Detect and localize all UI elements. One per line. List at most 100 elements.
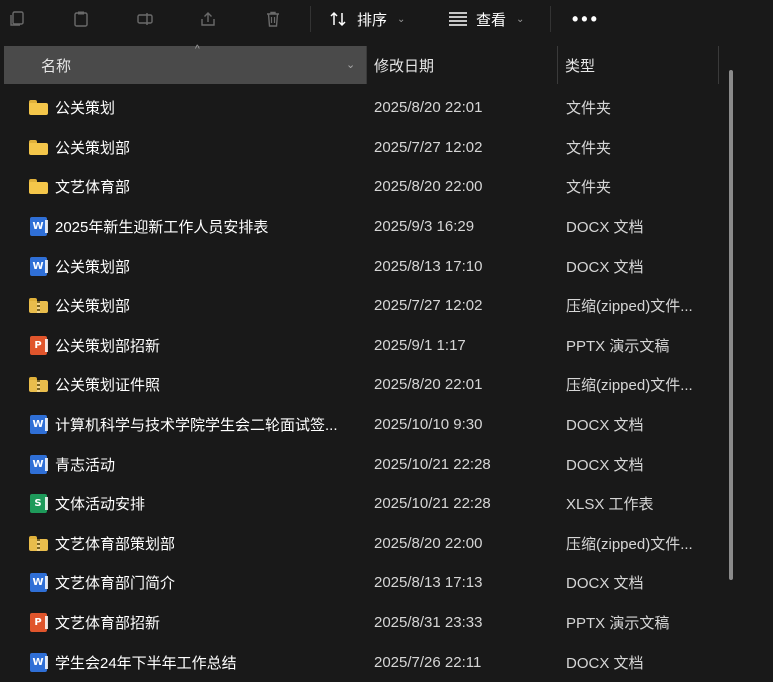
file-row[interactable]: S 文体活动安排 2025/10/21 22:28 XLSX 工作表	[0, 484, 720, 524]
file-type: 文件夹	[566, 179, 612, 197]
command-bar: 排序 ⌄ 查看 ⌄ •••	[0, 0, 773, 40]
file-row[interactable]: 公关策划 2025/8/20 22:01 文件夹	[0, 88, 720, 128]
file-row[interactable]: 公关策划证件照 2025/8/20 22:01 压缩(zipped)文件...	[0, 365, 720, 405]
file-name: 公关策划部	[55, 298, 131, 316]
file-modified-date: 2025/8/13 17:10	[374, 257, 483, 275]
file-name: 公关策划部	[55, 258, 131, 276]
spreadsheet-icon: S	[29, 494, 48, 514]
more-icon: •••	[572, 8, 600, 29]
file-type: DOCX 文档	[566, 575, 644, 593]
word-document-icon: W	[29, 454, 48, 474]
delete-icon[interactable]	[262, 8, 284, 30]
column-header-name[interactable]: 名称	[4, 46, 366, 84]
paste-icon[interactable]	[70, 8, 92, 30]
word-document-icon: W	[29, 652, 48, 672]
file-modified-date: 2025/7/27 12:02	[374, 138, 483, 156]
column-header-date[interactable]: 修改日期	[367, 46, 557, 84]
file-type: PPTX 演示文稿	[566, 337, 670, 355]
file-row[interactable]: W 青志活动 2025/10/21 22:28 DOCX 文档	[0, 444, 720, 484]
rename-icon[interactable]	[134, 8, 156, 30]
file-modified-date: 2025/8/20 22:01	[374, 376, 483, 394]
file-type: DOCX 文档	[566, 417, 644, 435]
file-type: 文件夹	[566, 139, 612, 157]
file-modified-date: 2025/8/20 22:00	[374, 178, 483, 196]
file-row[interactable]: 公关策划部 2025/7/27 12:02 文件夹	[0, 128, 720, 168]
file-modified-date: 2025/8/13 17:13	[374, 574, 483, 592]
file-row[interactable]: W 公关策划部 2025/8/13 17:10 DOCX 文档	[0, 246, 720, 286]
file-name: 2025年新生迎新工作人员安排表	[55, 219, 269, 237]
file-modified-date: 2025/8/20 22:00	[374, 534, 483, 552]
file-modified-date: 2025/10/21 22:28	[374, 495, 491, 513]
file-row[interactable]: 公关策划部 2025/7/27 12:02 压缩(zipped)文件...	[0, 286, 720, 326]
file-type: DOCX 文档	[566, 219, 644, 237]
file-row[interactable]: W 文艺体育部门简介 2025/8/13 17:13 DOCX 文档	[0, 563, 720, 603]
zip-folder-icon	[28, 377, 48, 393]
file-type: 文件夹	[566, 100, 612, 118]
file-row[interactable]: 文艺体育部策划部 2025/8/20 22:00 压缩(zipped)文件...	[0, 524, 720, 564]
file-modified-date: 2025/7/26 22:11	[374, 653, 482, 671]
view-icon	[449, 12, 467, 26]
file-modified-date: 2025/10/21 22:28	[374, 455, 491, 473]
word-document-icon: W	[29, 415, 48, 435]
file-name: 文体活动安排	[55, 496, 146, 514]
column-header-date-label: 修改日期	[374, 57, 435, 75]
column-header-name-label: 名称	[41, 57, 72, 75]
more-options-button[interactable]: •••	[572, 6, 600, 32]
file-name: 公关策划	[55, 100, 116, 118]
toolbar-separator	[310, 6, 311, 32]
file-modified-date: 2025/9/1 1:17	[374, 336, 466, 354]
file-modified-date: 2025/8/31 23:33	[374, 614, 483, 632]
file-modified-date: 2025/9/3 16:29	[374, 218, 475, 236]
word-document-icon: W	[29, 217, 48, 237]
file-row[interactable]: 文艺体育部 2025/8/20 22:00 文件夹	[0, 167, 720, 207]
sort-button[interactable]: 排序 ⌄	[329, 6, 405, 32]
word-document-icon: W	[29, 573, 48, 593]
file-name: 文艺体育部	[55, 179, 131, 197]
file-name: 文艺体育部招新	[55, 615, 161, 633]
file-modified-date: 2025/10/10 9:30	[374, 416, 483, 434]
folder-icon	[28, 139, 48, 155]
file-row[interactable]: W 学生会24年下半年工作总结 2025/7/26 22:11 DOCX 文档	[0, 642, 720, 682]
file-name: 文艺体育部策划部	[55, 535, 176, 553]
copy-icon[interactable]	[6, 8, 28, 30]
toolbar-separator	[550, 6, 551, 32]
chevron-down-icon: ⌄	[516, 13, 525, 25]
file-type: DOCX 文档	[566, 258, 644, 276]
file-row[interactable]: W 计算机科学与技术学院学生会二轮面试签... 2025/10/10 9:30 DOC…	[0, 405, 720, 445]
file-name: 计算机科学与技术学院学生会二轮面试签...	[55, 417, 338, 435]
zip-folder-icon	[28, 298, 48, 314]
view-label: 查看	[476, 11, 507, 29]
sort-label: 排序	[357, 11, 388, 29]
file-type: DOCX 文档	[566, 456, 644, 474]
file-name: 学生会24年下半年工作总结	[55, 654, 237, 672]
file-row[interactable]: P 文艺体育部招新 2025/8/31 23:33 PPTX 演示文稿	[0, 603, 720, 643]
zip-folder-icon	[28, 535, 48, 551]
view-button[interactable]: 查看 ⌄	[448, 6, 524, 32]
file-name: 公关策划部招新	[55, 337, 161, 355]
file-type: XLSX 工作表	[566, 496, 654, 514]
file-type: PPTX 演示文稿	[566, 615, 670, 633]
word-document-icon: W	[29, 256, 48, 276]
sort-icon	[330, 11, 346, 27]
column-divider[interactable]	[718, 46, 719, 84]
file-list: 公关策划 2025/8/20 22:01 文件夹 公关策划部 2025/7/27 12:…	[0, 88, 720, 682]
file-row[interactable]: W 2025年新生迎新工作人员安排表 2025/9/3 16:29 DOCX 文档	[0, 207, 720, 247]
column-headers: 名称 ^ ⌄ 修改日期 类型	[0, 44, 720, 84]
file-type: DOCX 文档	[566, 654, 644, 672]
file-modified-date: 2025/8/20 22:01	[374, 99, 483, 117]
file-name: 青志活动	[55, 456, 116, 474]
column-header-type[interactable]: 类型	[558, 46, 718, 84]
powerpoint-icon: P	[29, 613, 48, 633]
file-type: 压缩(zipped)文件...	[566, 535, 693, 553]
file-name: 公关策划证件照	[55, 377, 161, 395]
vertical-scrollbar[interactable]	[729, 70, 733, 580]
share-icon[interactable]	[197, 8, 219, 30]
chevron-down-icon[interactable]: ⌄	[346, 58, 355, 71]
folder-icon	[28, 179, 48, 195]
column-header-type-label: 类型	[565, 57, 596, 75]
powerpoint-icon: P	[29, 335, 48, 355]
folder-icon	[28, 100, 48, 116]
file-name: 文艺体育部门简介	[55, 575, 176, 593]
file-type: 压缩(zipped)文件...	[566, 377, 693, 395]
file-row[interactable]: P 公关策划部招新 2025/9/1 1:17 PPTX 演示文稿	[0, 326, 720, 366]
